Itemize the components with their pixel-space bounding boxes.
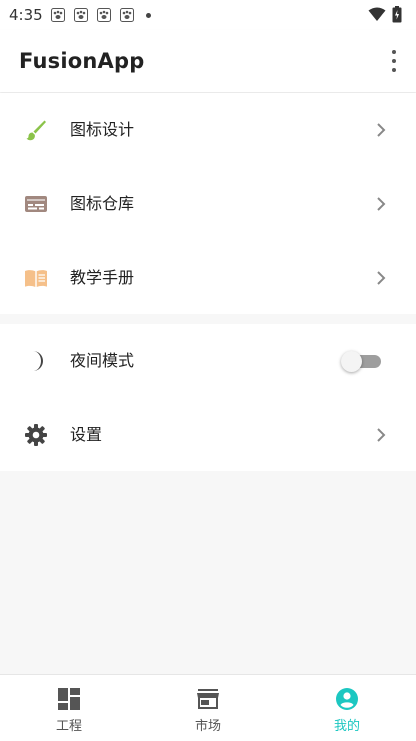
- status-time: 4:35: [9, 6, 43, 24]
- card-icon: [25, 196, 47, 212]
- settings-card: 夜间模式 设置: [0, 324, 416, 471]
- settings-label: 设置: [70, 425, 103, 444]
- status-bar: 4:35: [0, 0, 416, 30]
- menu-item-label: 图标仓库: [70, 194, 135, 213]
- bottom-navigation: 工程 市场 我的: [0, 674, 416, 741]
- menu-item-label: 教学手册: [70, 268, 135, 287]
- night-mode-row[interactable]: 夜间模式: [0, 324, 416, 398]
- nav-label: 工程: [55, 719, 82, 734]
- chevron-right-icon: [377, 197, 386, 211]
- nav-label: 市场: [194, 719, 221, 734]
- toggle-thumb: [341, 351, 362, 372]
- battery-icon: [392, 6, 402, 23]
- more-vert-icon[interactable]: [390, 50, 398, 72]
- nav-market[interactable]: 市场: [139, 675, 277, 741]
- app-title: FusionApp: [19, 49, 145, 73]
- account-icon: [336, 688, 358, 710]
- dashboard-icon: [58, 688, 80, 710]
- chevron-right-icon: [377, 271, 386, 285]
- night-mode-toggle[interactable]: [341, 351, 381, 372]
- nav-label: 我的: [333, 719, 360, 734]
- nav-projects[interactable]: 工程: [0, 675, 138, 741]
- nav-mine[interactable]: 我的: [278, 675, 416, 741]
- night-mode-label: 夜间模式: [70, 351, 135, 370]
- book-icon: [25, 270, 47, 287]
- settings-row[interactable]: 设置: [0, 398, 416, 472]
- paw-icon: [73, 8, 88, 22]
- status-right-icons: [368, 6, 402, 23]
- paw-icon: [50, 8, 65, 22]
- paw-icon: [96, 8, 111, 22]
- menu-card: 图标设计 图标仓库 教学手册: [0, 93, 416, 314]
- paw-icon: [119, 8, 134, 22]
- wifi-icon: [368, 7, 386, 21]
- menu-item-tutorial[interactable]: 教学手册: [0, 241, 416, 315]
- brush-icon: [26, 120, 46, 141]
- menu-item-label: 图标设计: [70, 120, 135, 139]
- menu-item-icon-repository[interactable]: 图标仓库: [0, 167, 416, 241]
- app-bar: FusionApp: [0, 30, 416, 92]
- moon-icon: [33, 351, 43, 371]
- gear-icon: [25, 424, 47, 446]
- notification-dot: [145, 12, 151, 18]
- store-icon: [197, 689, 219, 709]
- menu-item-icon-design[interactable]: 图标设计: [0, 93, 416, 167]
- chevron-right-icon: [377, 428, 386, 442]
- chevron-right-icon: [377, 123, 386, 137]
